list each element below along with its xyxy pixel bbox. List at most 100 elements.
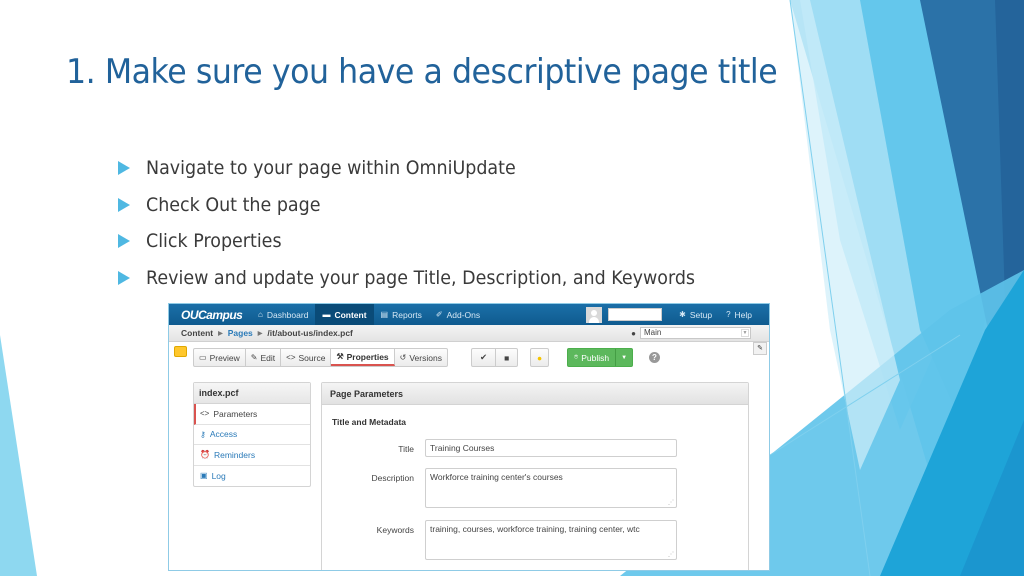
source-button[interactable]: <> Source	[281, 349, 332, 366]
code-icon: <>	[286, 353, 296, 362]
nav-label: Add-Ons	[446, 309, 481, 320]
nav-label: Dashboard	[266, 309, 309, 320]
nav-label: Help	[734, 309, 752, 320]
bullet-item: Review and update your page Title, Descr…	[118, 260, 743, 297]
tools-icon: ⚒	[336, 352, 344, 361]
checkout-button[interactable]: ✔	[472, 349, 497, 366]
description-label: Description	[371, 473, 414, 483]
properties-button[interactable]: ⚒ Properties	[331, 349, 395, 366]
nav-help[interactable]: ? Help	[719, 304, 759, 325]
chevron-down-icon: ▼	[621, 354, 628, 361]
tips-button[interactable]: ●	[531, 349, 548, 366]
keywords-textarea[interactable]: training, courses, workforce training, t…	[425, 520, 677, 560]
nav-label: Setup	[689, 309, 713, 320]
chevron-down-icon: ▼	[741, 329, 749, 337]
panel-title: Page Parameters	[322, 383, 748, 405]
bullet-text: Click Properties	[146, 230, 282, 253]
bullet-item: Navigate to your page within OmniUpdate	[118, 150, 743, 187]
title-input[interactable]: Training Courses	[425, 439, 677, 457]
chevron-right-icon: ▶	[257, 330, 263, 337]
button-label: Preview	[209, 352, 240, 363]
clipboard-icon: ▤	[380, 310, 389, 319]
nav-label: Content	[334, 309, 367, 320]
button-label: Publish	[581, 352, 610, 363]
help-icon[interactable]: ?	[649, 352, 660, 363]
description-value: Workforce training center's courses	[430, 472, 563, 482]
publish-dropdown-button[interactable]: ▼	[616, 349, 632, 366]
user-avatar[interactable]	[586, 306, 603, 323]
publish-button[interactable]: ⌾ Publish	[568, 349, 617, 366]
save-version-button[interactable]: ■	[496, 349, 517, 366]
nav-setup[interactable]: ✱ Setup	[672, 304, 719, 325]
pencil-icon: ✎	[250, 353, 258, 362]
sidebar-item-parameters[interactable]: <> Parameters	[194, 404, 310, 425]
sidebar-item-label: Parameters	[213, 408, 258, 419]
site-select-value: Main	[644, 328, 662, 337]
bullet-arrow-icon	[118, 234, 130, 249]
code-icon: <>	[200, 409, 210, 419]
title-label: Title	[398, 444, 414, 454]
log-icon: ▣	[200, 471, 208, 481]
bullet-text: Navigate to your page within OmniUpdate	[146, 157, 516, 180]
button-label: Versions	[409, 352, 442, 363]
nav-right-group: ✱ Setup ? Help	[586, 304, 759, 325]
bullet-text: Check Out the page	[146, 193, 321, 216]
page-parameters-panel: Page Parameters Title and Metadata Title…	[321, 382, 749, 570]
folder-icon: ▬	[322, 310, 331, 319]
page-actions-group: ▭ Preview ✎ Edit <> Source ⚒ Properties ↺ Ver…	[193, 348, 448, 367]
nav-content[interactable]: ▬ Content	[315, 304, 374, 325]
folder-icon[interactable]	[174, 346, 187, 357]
site-select-dropdown[interactable]: Main ▼	[640, 327, 751, 339]
home-icon: ⌂	[258, 310, 263, 319]
help-icon: ?	[726, 310, 731, 319]
chevron-right-icon: ▶	[218, 330, 223, 337]
versions-button[interactable]: ↺ Versions	[395, 349, 447, 366]
resize-handle-icon[interactable]: ⋰	[668, 499, 674, 506]
properties-side-panel: index.pcf <> Parameters ⚷ Access ⏰ Reminder…	[193, 382, 311, 487]
nav-dashboard[interactable]: ⌂ Dashboard	[251, 304, 315, 325]
user-name-field[interactable]	[608, 308, 663, 321]
bullet-arrow-icon	[118, 197, 130, 212]
breadcrumb: Content ▶ Pages ▶ /it/about-us/index.pcf…	[169, 325, 769, 342]
tips-group: ●	[530, 348, 550, 367]
embedded-cms-screenshot: OUCampus ⌂ Dashboard ▬ Content ▤ Reports ✐ A…	[168, 303, 770, 571]
left-accent-triangle	[0, 335, 37, 576]
keywords-label: Keywords	[376, 525, 414, 535]
section-title: Title and Metadata	[332, 417, 406, 427]
slide-title: 1. Make sure you have a descriptive page…	[66, 52, 778, 92]
sidebar-item-access[interactable]: ⚷ Access	[194, 425, 310, 445]
top-navigation-bar: OUCampus ⌂ Dashboard ▬ Content ▤ Reports ✐ A…	[169, 304, 769, 325]
sidebar-item-reminders[interactable]: ⏰ Reminders	[194, 445, 310, 466]
side-panel-title: index.pcf	[194, 383, 310, 404]
sidebar-item-label: Access	[209, 429, 238, 440]
breadcrumb-pages[interactable]: Pages	[228, 328, 253, 338]
broadcast-icon: ⌾	[574, 353, 579, 361]
lightbulb-icon: ●	[537, 352, 543, 363]
bullet-list: Navigate to your page within OmniUpdate …	[118, 150, 743, 296]
edit-button[interactable]: ✎ Edit	[246, 349, 282, 366]
keywords-value: training, courses, workforce training, t…	[430, 524, 640, 534]
site-selector: ● Main ▼	[631, 327, 751, 339]
title-value: Training Courses	[430, 443, 495, 453]
checkout-group: ✔ ■	[471, 348, 519, 367]
monitor-icon: ▭	[199, 353, 207, 362]
alarm-clock-icon: ⏰	[200, 450, 210, 460]
bullet-item: Check Out the page	[118, 187, 743, 224]
button-label: Source	[298, 352, 326, 363]
gear-icon: ✱	[679, 310, 686, 319]
resize-handle-icon[interactable]: ⋰	[668, 551, 674, 558]
publish-button-group: ⌾ Publish ▼	[567, 348, 634, 367]
preview-button[interactable]: ▭ Preview	[194, 349, 246, 366]
button-label: Edit	[260, 352, 276, 363]
history-icon: ↺	[399, 353, 407, 362]
plug-icon[interactable]: ✎	[753, 342, 767, 355]
oucampus-logo: OUCampus	[181, 307, 243, 322]
checkmark-icon: ✔	[480, 352, 488, 362]
breadcrumb-content[interactable]: Content	[181, 328, 213, 338]
nav-add-ons[interactable]: ✐ Add-Ons	[429, 304, 487, 325]
button-label: Properties	[346, 351, 389, 362]
archive-icon: ■	[504, 352, 510, 363]
nav-reports[interactable]: ▤ Reports	[374, 304, 429, 325]
sidebar-item-log[interactable]: ▣ Log	[194, 466, 310, 487]
description-textarea[interactable]: Workforce training center's courses ⋰	[425, 468, 677, 508]
